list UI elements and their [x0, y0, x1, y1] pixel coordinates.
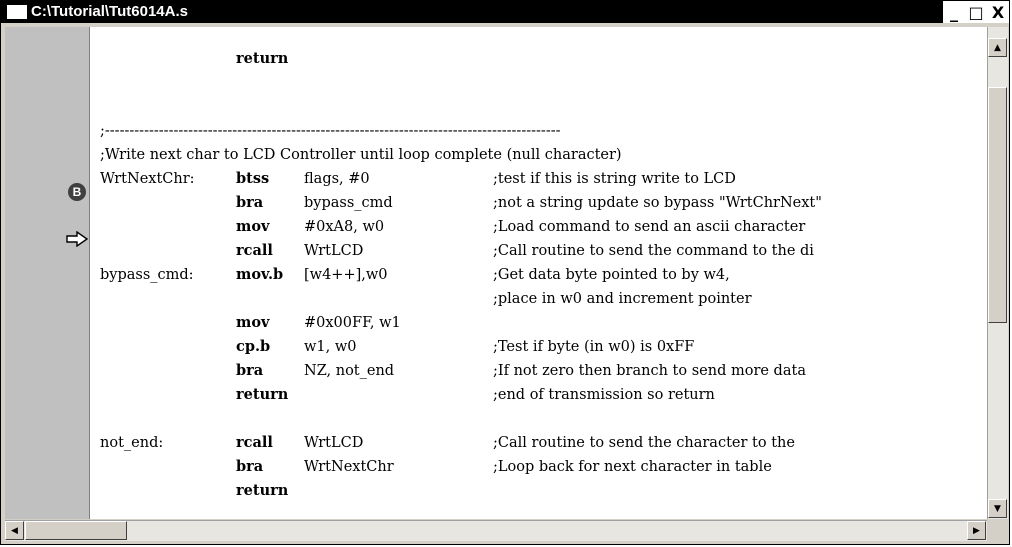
line-marker-gutter[interactable]: B: [5, 27, 90, 519]
code-label: ;Write next char to LCD Controller until…: [100, 147, 622, 163]
close-button[interactable]: X: [987, 1, 1009, 23]
code-comment: ;not a string update so bypass "WrtChrNe…: [493, 195, 822, 211]
arrow-right-icon: [66, 231, 89, 247]
breakpoint-icon[interactable]: B: [68, 183, 86, 201]
code-operands: #0xA8, w0: [304, 219, 385, 235]
editor-window: C:\Tutorial\Tut6014A.s _ □ X B return ;--…: [0, 0, 1010, 545]
document-icon: [7, 5, 27, 19]
code-comment: ;Call routine to send the command to the…: [493, 243, 814, 259]
window-title: C:\Tutorial\Tut6014A.s: [31, 3, 188, 20]
code-mnemonic: rcall: [236, 242, 273, 259]
scroll-left-button[interactable]: ◀: [5, 521, 24, 540]
code-comment: ;test if this is string write to LCD: [493, 171, 736, 187]
code-mnemonic: mov: [236, 218, 270, 235]
code-comment: ;Load command to send an ascii character: [493, 219, 806, 235]
scroll-up-button[interactable]: ▲: [988, 38, 1007, 57]
code-label: WrtNextChr:: [100, 171, 195, 187]
scroll-down-button[interactable]: ▼: [988, 499, 1007, 518]
code-comment: ;If not zero then branch to send more da…: [493, 363, 806, 379]
horizontal-scrollbar[interactable]: ◀ ▶: [5, 520, 987, 541]
code-mnemonic: return: [236, 50, 289, 67]
code-mnemonic: return: [236, 386, 289, 403]
code-mnemonic: mov: [236, 314, 270, 331]
code-operands: WrtLCD: [304, 435, 364, 451]
code-comment: ;place in w0 and increment pointer: [493, 291, 752, 307]
code-operands: WrtLCD: [304, 243, 364, 259]
scroll-right-button[interactable]: ▶: [967, 521, 986, 540]
code-mnemonic: cp.b: [236, 338, 271, 355]
code-label: ;---------------------------------------…: [100, 123, 561, 139]
code-mnemonic: rcall: [236, 434, 273, 451]
code-operands: NZ, not_end: [304, 363, 395, 379]
vertical-scroll-thumb[interactable]: [988, 87, 1007, 323]
code-operands: [w4++],w0: [304, 267, 388, 283]
code-comment: ;Call routine to send the character to t…: [493, 435, 795, 451]
vertical-scrollbar[interactable]: ▲ ▼: [987, 27, 1008, 519]
code-mnemonic: bra: [236, 362, 264, 379]
window-controls: _ □ X: [943, 1, 1009, 23]
code-operands: flags, #0: [304, 171, 370, 187]
code-mnemonic: btss: [236, 170, 270, 187]
code-operands: w1, w0: [304, 339, 357, 355]
code-label: bypass_cmd:: [100, 267, 194, 283]
maximize-button[interactable]: □: [965, 1, 987, 23]
code-editor[interactable]: return ;---------------------------------…: [90, 27, 987, 519]
code-operands: bypass_cmd: [304, 195, 393, 211]
code-label: not_end:: [100, 435, 164, 451]
code-mnemonic: mov.b: [236, 266, 284, 283]
horizontal-scroll-thumb[interactable]: [25, 521, 127, 540]
code-comment: ;Test if byte (in w0) is 0xFF: [493, 339, 695, 355]
title-bar[interactable]: C:\Tutorial\Tut6014A.s _ □ X: [1, 1, 1009, 23]
code-comment: ;Get data byte pointed to by w4,: [493, 267, 730, 283]
code-mnemonic: bra: [236, 458, 264, 475]
code-comment: ;end of transmission so return: [493, 387, 715, 403]
code-operands: WrtNextChr: [304, 459, 394, 475]
code-mnemonic: bra: [236, 194, 264, 211]
code-operands: #0x00FF, w1: [304, 315, 401, 331]
code-comment: ;Loop back for next character in table: [493, 459, 772, 475]
code-mnemonic: return: [236, 482, 289, 499]
minimize-button[interactable]: _: [943, 1, 965, 23]
